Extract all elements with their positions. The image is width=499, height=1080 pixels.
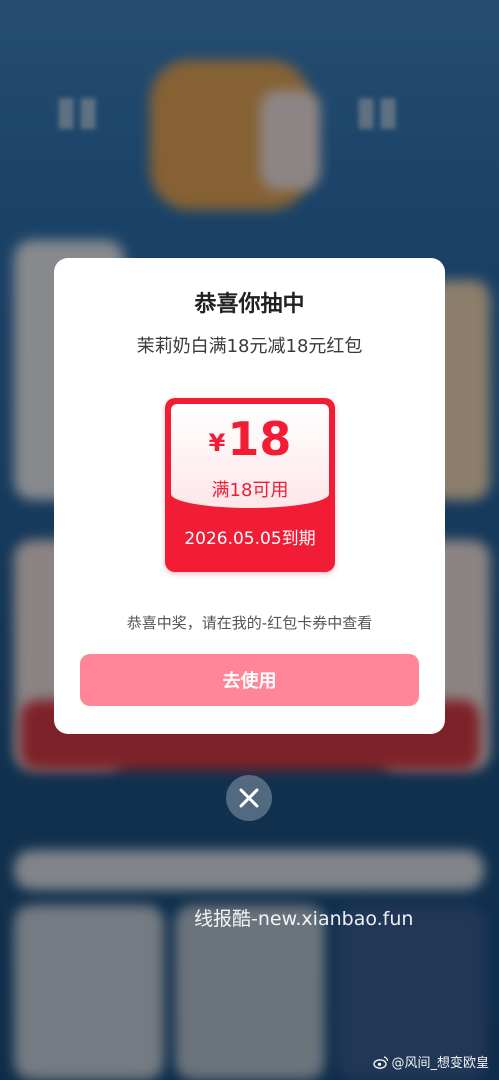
weibo-handle: @风间_想变欧皇: [391, 1056, 489, 1071]
coupon-amount: ¥18: [171, 412, 329, 466]
close-icon: [239, 788, 259, 808]
currency-symbol: ¥: [208, 429, 226, 457]
coupon-value: 18: [227, 412, 292, 466]
coupon-expiry: 2026.05.05到期: [184, 529, 316, 549]
prize-dialog: 恭喜你抽中 茉莉奶白满18元减18元红包 ¥18 满18可用 2026.05.0…: [54, 258, 445, 734]
close-dialog-button[interactable]: [226, 775, 272, 821]
coupon-condition: 满18可用: [211, 480, 289, 501]
site-watermark: 线报酷-new.xianbao.fun: [194, 908, 414, 930]
dialog-subtitle: 茉莉奶白满18元减18元红包: [136, 336, 363, 357]
prize-notice: 恭喜中奖，请在我的-红包卡券中查看: [126, 614, 373, 632]
weibo-icon: [373, 1055, 389, 1069]
weibo-watermark: @风间_想变欧皇: [373, 1052, 489, 1071]
dialog-title: 恭喜你抽中: [194, 292, 305, 317]
use-coupon-button[interactable]: 去使用: [80, 654, 419, 706]
coupon-face: ¥18 满18可用: [171, 404, 329, 508]
red-packet-coupon: ¥18 满18可用 2026.05.05到期: [165, 398, 335, 572]
